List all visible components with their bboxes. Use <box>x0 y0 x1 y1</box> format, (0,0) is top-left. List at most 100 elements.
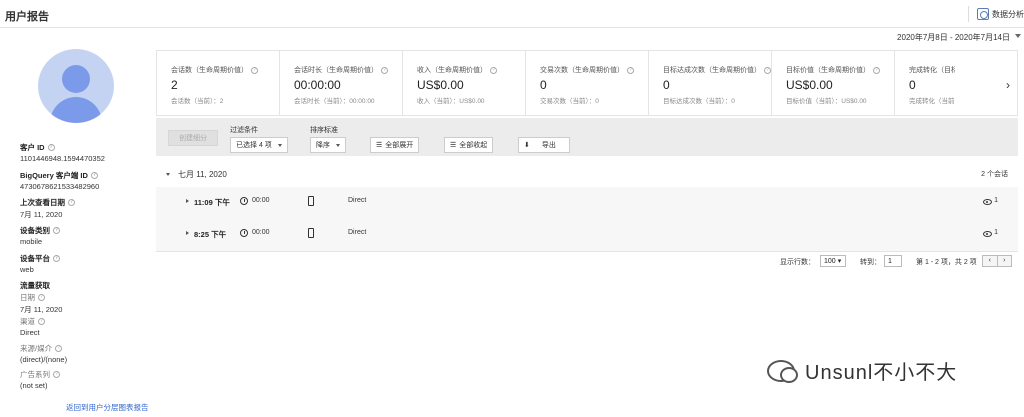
expand-row-icon[interactable] <box>186 231 189 235</box>
metric-label: 会话时长（生命周期价值） <box>294 67 378 74</box>
field-value: 7月 11, 2020 <box>20 305 63 314</box>
session-date: 七月 11, 2020 <box>178 170 227 179</box>
metric-label: 会话数（生命周期价值） <box>171 67 248 74</box>
expand-all-label: 全部展开 <box>385 142 414 149</box>
help-icon[interactable]: ? <box>38 318 45 325</box>
field-value: web <box>20 265 34 274</box>
last-seen-field: 上次查看日期? 7月 11, 2020 <box>20 197 75 220</box>
metric-value: US$0.00 <box>786 78 833 92</box>
session-views: 1 <box>994 229 998 236</box>
expand-all-button[interactable]: ☰ 全部展开 <box>370 137 420 153</box>
metric-value: US$0.00 <box>417 78 464 92</box>
wechat-icon <box>767 359 798 383</box>
chevron-down-icon <box>277 143 282 147</box>
metric-session-duration: 会话时长（生命周期价值）? 00:00:00 会话时长（当前）：00:00:00 <box>280 51 403 115</box>
metrics-strip: 会话数（生命周期价值）? 2 会话数（当前）：2 会话时长（生命周期价值）? 0… <box>156 50 1018 116</box>
analysis-icon <box>977 8 989 20</box>
back-to-cohort-link[interactable]: 返回到用户分层图表报告 <box>66 402 149 413</box>
session-date-group[interactable]: 七月 11, 2020 <box>166 169 227 180</box>
help-icon[interactable]: ? <box>251 66 258 74</box>
expand-row-icon[interactable] <box>186 199 189 203</box>
field-label: 设备类别 <box>20 226 50 235</box>
field-label: 设备平台 <box>20 254 50 263</box>
session-count: 2 个会话 <box>981 171 1008 178</box>
help-icon[interactable]: ? <box>381 66 388 74</box>
goto-label: 转到： <box>860 259 881 266</box>
help-icon[interactable]: ? <box>53 227 60 234</box>
help-icon[interactable]: ? <box>38 294 45 301</box>
field-value: 1101446948.1594470352 <box>20 154 105 163</box>
session-row[interactable]: 11:09 下午 00:00 Direct 1 <box>156 187 1018 217</box>
sort-dropdown[interactable]: 降序 <box>310 137 346 153</box>
filter-value: 已选择 4 项 <box>236 142 272 149</box>
field-sublabel: 日期 <box>20 293 35 302</box>
collapse-all-button[interactable]: ☰ 全部收起 <box>444 137 494 153</box>
chevron-down-icon <box>166 173 170 176</box>
session-views: 1 <box>994 197 998 204</box>
metric-value: 00:00:00 <box>294 78 341 92</box>
metric-sub: 会话数（当前）：2 <box>171 98 224 105</box>
export-label: 导出 <box>541 142 556 149</box>
session-source: Direct <box>348 197 367 204</box>
channel-field: 渠道? Direct <box>20 316 45 337</box>
download-icon: ⬇ <box>524 142 530 149</box>
prev-page-button[interactable]: ‹ <box>983 256 997 266</box>
help-icon[interactable]: ? <box>53 371 60 378</box>
help-icon[interactable]: ? <box>55 345 63 352</box>
field-label: 客户 ID <box>20 143 45 152</box>
session-list: 11:09 下午 00:00 Direct 1 8:25 下午 00:00 Di… <box>156 187 1018 251</box>
field-value: mobile <box>20 237 43 246</box>
session-row[interactable]: 8:25 下午 00:00 Direct 1 <box>156 219 1018 249</box>
acquisition-field: 流量获取 日期? 7月 11, 2020 <box>20 280 62 315</box>
help-icon[interactable]: ? <box>90 172 98 179</box>
help-icon[interactable]: ? <box>53 255 60 262</box>
help-icon[interactable]: ? <box>764 66 771 74</box>
field-label: 渠道 <box>20 317 35 326</box>
session-time: 11:09 下午 <box>194 198 230 207</box>
session-time: 8:25 下午 <box>194 230 227 239</box>
field-label: 来源/媒介 <box>20 344 53 353</box>
export-button[interactable]: ⬇ 导出 <box>518 137 570 153</box>
chevron-down-icon[interactable] <box>1015 34 1021 38</box>
next-metrics-arrow[interactable]: › <box>1006 78 1010 92</box>
field-label: 广告系列 <box>20 370 50 379</box>
bigquery-client-id-field: BigQuery 客户端 ID? 4730678621533482960 <box>20 170 99 191</box>
filter-label: 过滤条件 <box>230 127 258 134</box>
metric-label: 收入（生命周期价值） <box>417 67 487 74</box>
create-segment-button[interactable]: 创建细分 <box>168 130 218 146</box>
rows-per-page-select[interactable]: 100 ▾ <box>820 255 846 267</box>
session-duration: 00:00 <box>252 197 270 204</box>
help-icon[interactable]: ? <box>873 66 880 74</box>
watermark: Unsunl不小不大 <box>767 356 957 385</box>
metric-label: 交易次数（生命周期价值） <box>540 67 624 74</box>
source-medium-field: 来源/媒介? (direct)/(none) <box>20 343 67 364</box>
field-value: 7月 11, 2020 <box>20 210 63 219</box>
expand-icon: ☰ <box>376 142 383 149</box>
date-range-picker[interactable]: 2020年7月8日 - 2020年7月14日 <box>897 32 1010 43</box>
metric-sub: 目标达成次数（当前）：0 <box>663 98 735 105</box>
device-category-field: 设备类别? mobile <box>20 225 60 246</box>
field-label: 上次查看日期 <box>20 198 65 207</box>
metric-sub: 会话时长（当前）：00:00:00 <box>294 98 375 105</box>
sort-label: 排序标准 <box>310 127 338 134</box>
field-value: 4730678621533482960 <box>20 182 100 191</box>
session-duration: 00:00 <box>252 229 270 236</box>
avatar <box>38 49 114 123</box>
title-bar: 用户报告 数据分析 <box>0 0 1024 28</box>
metric-value: 0 <box>909 78 916 92</box>
help-icon[interactable]: ? <box>68 199 75 206</box>
filter-dropdown[interactable]: 已选择 4 项 <box>230 137 288 153</box>
data-analysis-button[interactable]: 数据分析 <box>968 6 1024 22</box>
help-icon[interactable]: ? <box>47 144 55 151</box>
data-analysis-label: 数据分析 <box>992 9 1024 19</box>
next-page-button[interactable]: › <box>996 256 1012 266</box>
help-icon[interactable]: ? <box>627 66 634 74</box>
field-label: 流量获取 <box>20 281 50 290</box>
collapse-all-label: 全部收起 <box>459 142 488 149</box>
metric-revenue: 收入（生命周期价值）? US$0.00 收入（当前）：US$0.00 <box>403 51 526 115</box>
goto-page-input[interactable]: 1 <box>884 255 902 267</box>
page-arrows: ‹ › <box>982 255 1012 267</box>
help-icon[interactable]: ? <box>490 66 497 74</box>
clock-icon <box>240 197 248 205</box>
rows-value: 100 <box>824 257 836 265</box>
